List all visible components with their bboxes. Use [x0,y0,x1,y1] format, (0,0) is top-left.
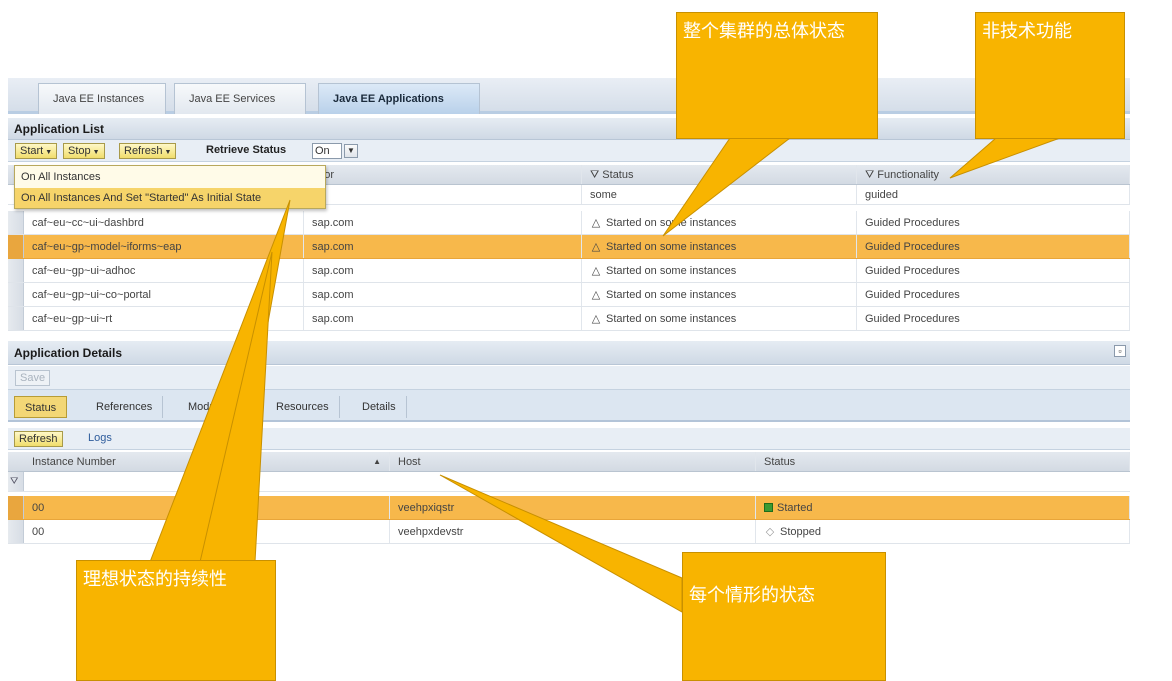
callout-persistence: 理想状态的持续性 [76,560,276,681]
callout-pointer-overall-status [662,137,792,237]
callout-pointer-non-technical [949,137,1061,179]
callout-each-status: 每个情形的状态 [682,552,886,681]
callout-pointer-each-status [439,474,683,613]
callout-non-technical: 非技术功能 [975,12,1125,139]
callout-overall-status: 整个集群的总体状态 [676,12,878,139]
